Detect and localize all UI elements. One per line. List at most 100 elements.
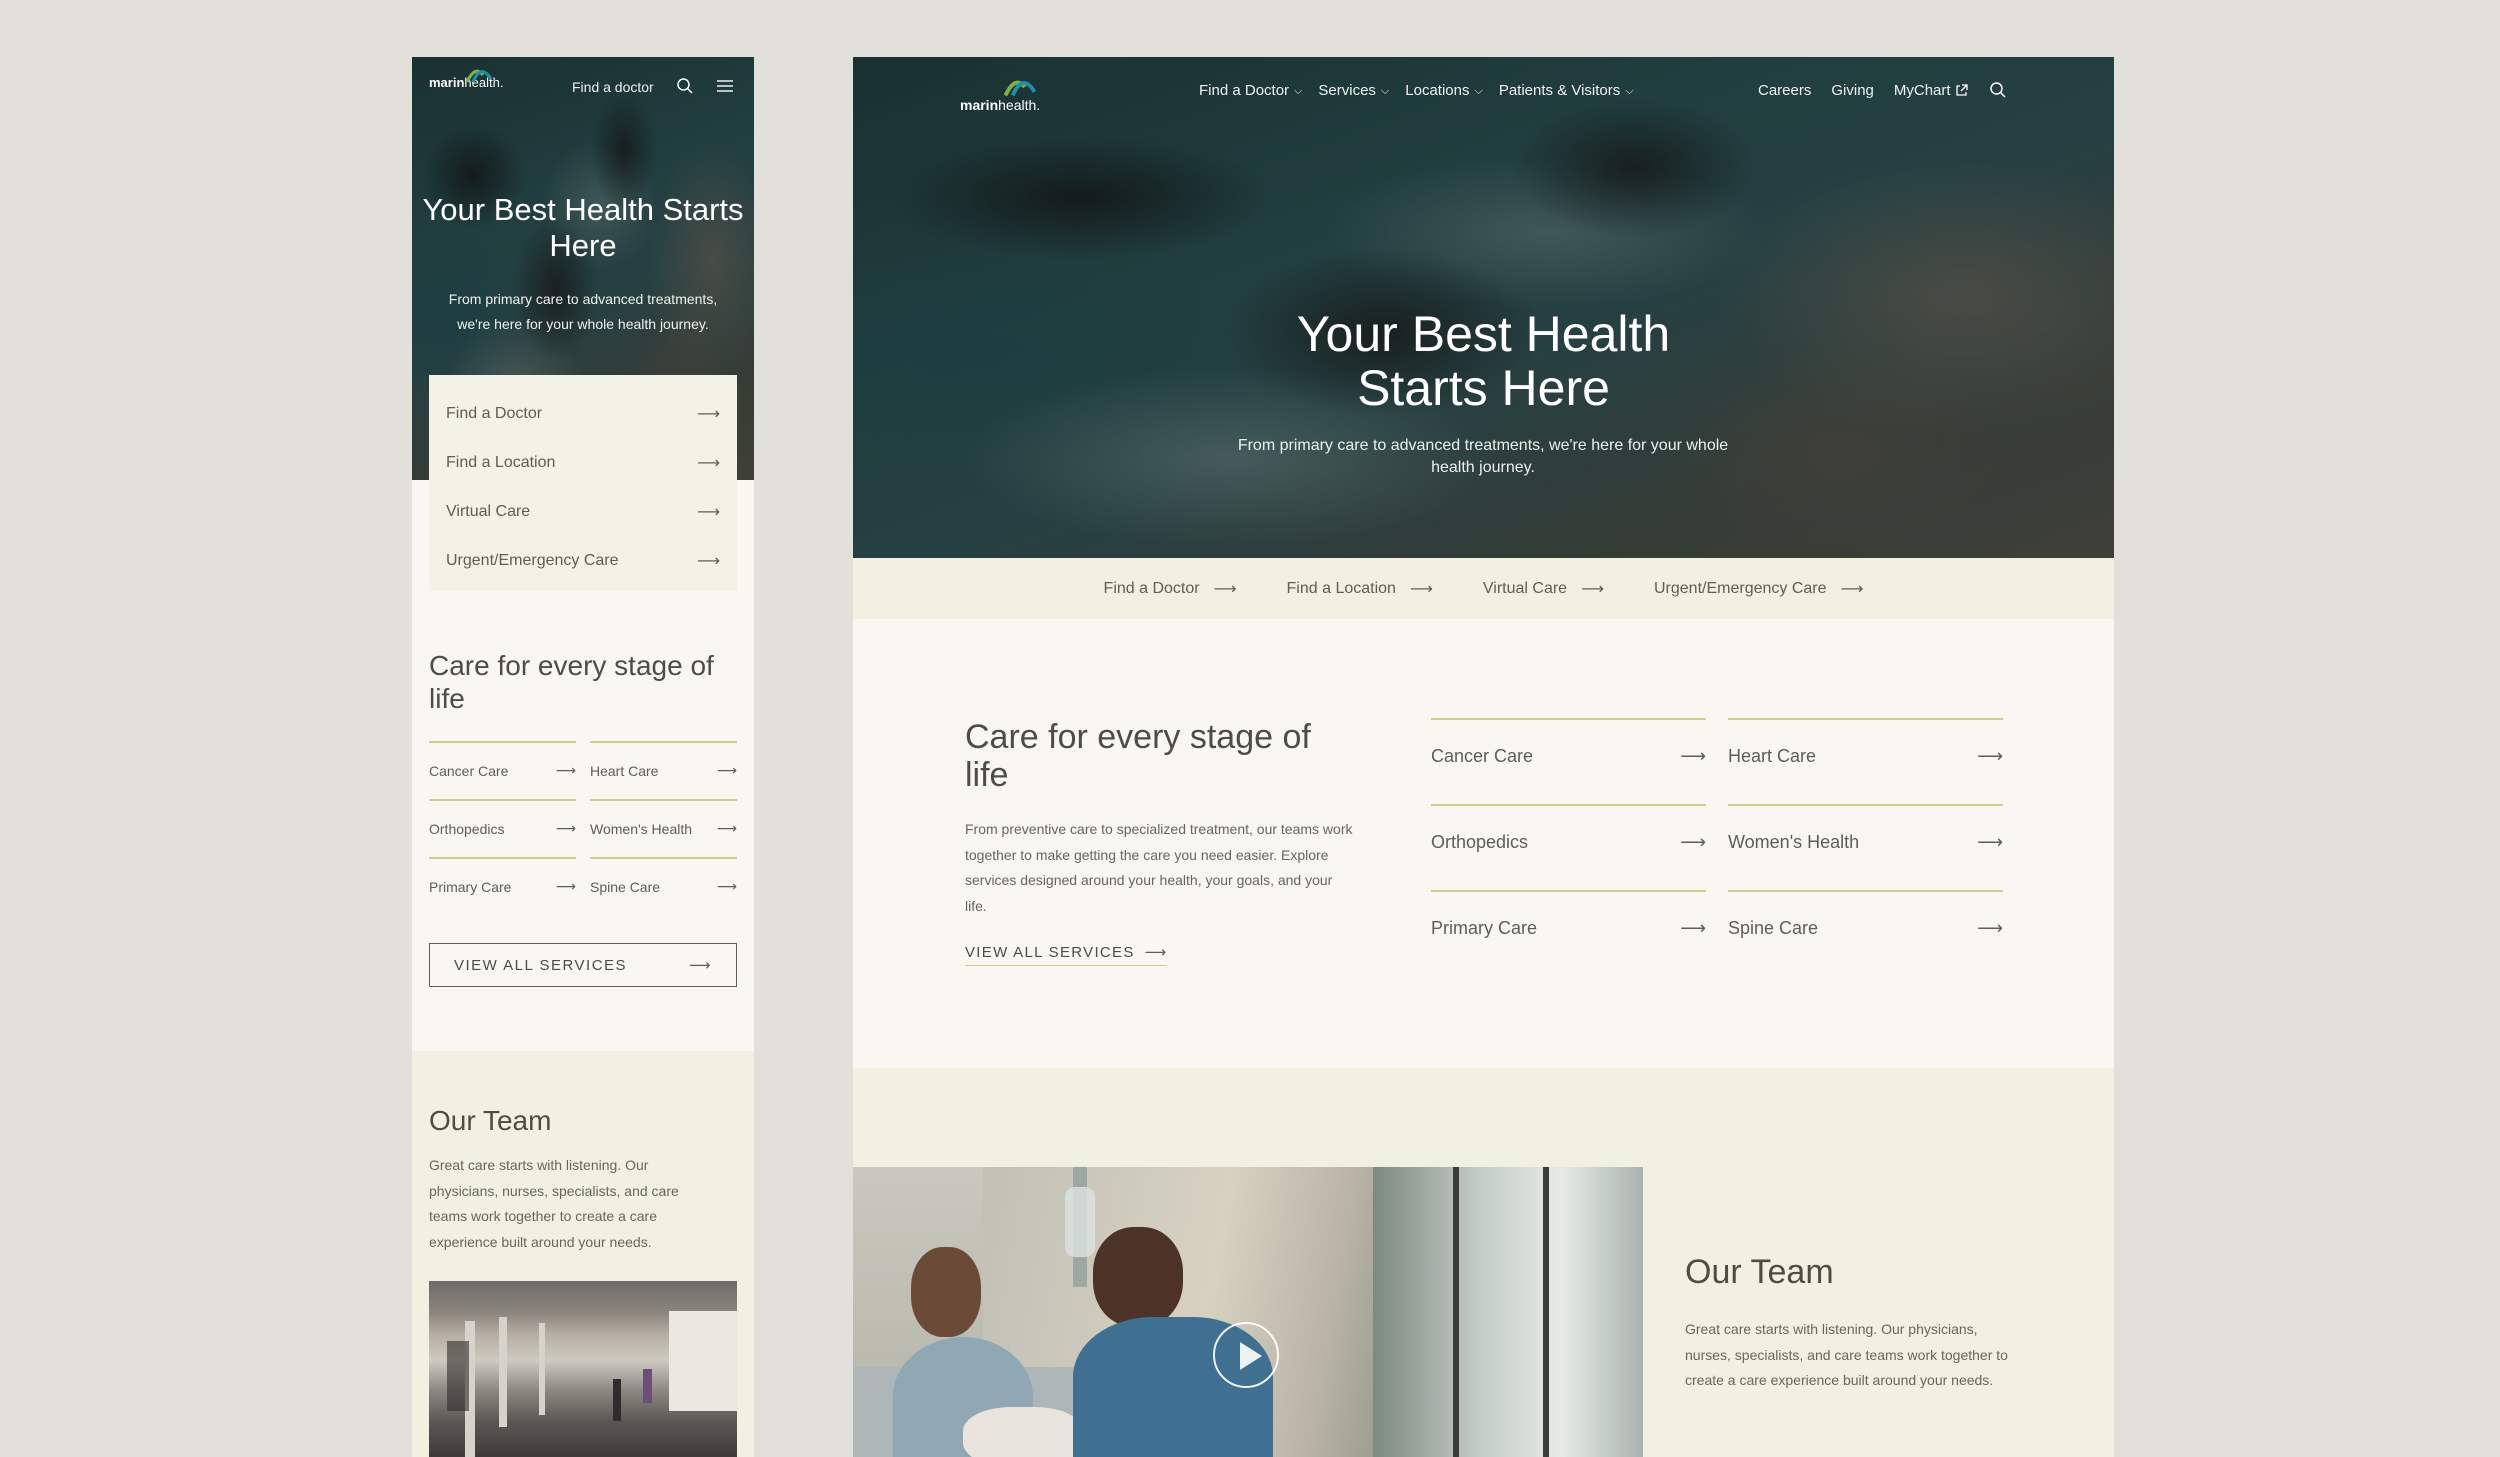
- services-grid: Cancer Care ⟶ Heart Care ⟶ Orthopedics ⟶ Wo…: [429, 741, 737, 915]
- arrow-right-icon: ⟶: [1977, 745, 2003, 767]
- quick-link-label: Find a Doctor: [1103, 579, 1200, 597]
- service-label: Spine Care: [1728, 917, 1819, 938]
- logo[interactable]: marin health.: [429, 69, 503, 90]
- careers-link[interactable]: Careers: [1758, 82, 1811, 99]
- quick-link-find-location[interactable]: Find a Location ⟶: [429, 438, 737, 487]
- service-link-heart-care[interactable]: Heart Care ⟶: [590, 741, 737, 799]
- arrow-right-icon: ⟶: [1840, 579, 1864, 598]
- hero-title: Your Best Health Starts Here: [422, 192, 744, 263]
- team-lobby-image: [429, 1281, 737, 1457]
- service-link-womens-health[interactable]: Women's Health ⟶: [590, 799, 737, 857]
- care-section-title: Care for every stage of life: [965, 718, 1311, 794]
- arrow-right-icon: ⟶: [555, 821, 576, 837]
- hamburger-menu-icon[interactable]: [717, 79, 733, 98]
- service-label: Heart Care: [590, 763, 659, 779]
- service-label: Primary Care: [429, 879, 512, 895]
- services-grid: Cancer Care ⟶ Heart Care ⟶ Orthopedics ⟶ Wo…: [1431, 718, 2003, 976]
- quick-link-virtual-care[interactable]: Virtual Care ⟶: [1483, 579, 1604, 598]
- external-link-icon: [1955, 84, 1968, 96]
- arrow-right-icon: ⟶: [697, 551, 720, 570]
- arrow-right-icon: ⟶: [688, 956, 712, 974]
- quick-link-find-location[interactable]: Find a Location ⟶: [1287, 579, 1433, 598]
- search-icon[interactable]: [1989, 81, 2007, 104]
- menu-label: Services: [1318, 82, 1376, 99]
- service-link-cancer-care[interactable]: Cancer Care ⟶: [429, 741, 576, 799]
- quick-links-panel: Find a Doctor ⟶ Find a Location ⟶ Virtual …: [429, 375, 737, 591]
- arrow-right-icon: ⟶: [716, 821, 737, 837]
- quick-link-label: Find a Location: [1286, 579, 1396, 597]
- service-label: Cancer Care: [429, 763, 509, 779]
- menu-label: Find a Doctor: [1199, 82, 1290, 99]
- hero-subtitle: From primary care to advanced treatments…: [448, 291, 718, 332]
- care-section-title: Care for every stage of life: [429, 650, 714, 714]
- logo-arc-icon: [1003, 80, 1037, 97]
- menu-services[interactable]: Services ⌵: [1318, 82, 1389, 99]
- mychart-link[interactable]: MyChart: [1894, 82, 1968, 99]
- team-video-thumbnail[interactable]: [853, 1167, 1643, 1457]
- view-all-label: VIEW ALL SERVICES: [454, 956, 628, 974]
- service-label: Women's Health: [590, 821, 693, 837]
- service-link-spine-care[interactable]: Spine Care ⟶: [590, 857, 737, 915]
- hero-title-line2: Starts Here: [1357, 360, 1610, 416]
- quick-link-urgent-care[interactable]: Urgent/Emergency Care ⟶: [1654, 579, 1863, 598]
- service-label: Primary Care: [1431, 917, 1538, 938]
- quick-link-find-doctor[interactable]: Find a Doctor ⟶: [429, 389, 737, 438]
- chevron-down-icon: ⌵: [1380, 83, 1390, 97]
- service-link-spine-care[interactable]: Spine Care ⟶: [1728, 890, 2003, 976]
- quick-link-label: Find a Location: [446, 453, 556, 471]
- quick-link-find-doctor[interactable]: Find a Doctor ⟶: [1104, 579, 1237, 598]
- service-link-primary-care[interactable]: Primary Care ⟶: [429, 857, 576, 915]
- quick-link-label: Urgent/Emergency Care: [1654, 579, 1827, 597]
- arrow-right-icon: ⟶: [1409, 579, 1433, 598]
- logo[interactable]: marin health.: [960, 80, 1040, 113]
- logo-text-bold: marin: [429, 75, 465, 90]
- view-all-services-button[interactable]: VIEW ALL SERVICES ⟶: [429, 943, 737, 987]
- giving-link[interactable]: Giving: [1831, 82, 1874, 99]
- service-link-orthopedics[interactable]: Orthopedics ⟶: [1431, 804, 1706, 890]
- arrow-right-icon: ⟶: [697, 502, 720, 521]
- service-label: Orthopedics: [429, 821, 505, 837]
- arrow-right-icon: ⟶: [1680, 745, 1706, 767]
- arrow-right-icon: ⟶: [1144, 943, 1168, 961]
- menu-label: Locations: [1405, 82, 1470, 99]
- arrow-right-icon: ⟶: [1977, 917, 2003, 939]
- service-label: Spine Care: [590, 879, 661, 895]
- service-link-orthopedics[interactable]: Orthopedics ⟶: [429, 799, 576, 857]
- play-video-icon[interactable]: [1213, 1322, 1279, 1388]
- service-link-primary-care[interactable]: Primary Care ⟶: [1431, 890, 1706, 976]
- mobile-header: marin health. Find a doctor: [412, 67, 754, 107]
- logo-text-bold: marin: [960, 97, 999, 113]
- menu-locations[interactable]: Locations ⌵: [1405, 82, 1483, 99]
- menu-find-a-doctor[interactable]: Find a Doctor ⌵: [1199, 82, 1302, 99]
- desktop-page: marin health. Find a Doctor ⌵ Services ⌵ Lo…: [853, 57, 2114, 1457]
- team-title: Our Team: [1685, 1253, 1834, 1291]
- quick-link-label: Virtual Care: [446, 502, 531, 520]
- arrow-right-icon: ⟶: [697, 453, 720, 472]
- main-menu: Find a Doctor ⌵ Services ⌵ Locations ⌵ Pati…: [1199, 82, 1634, 99]
- quick-link-label: Urgent/Emergency Care: [446, 551, 619, 569]
- service-link-heart-care[interactable]: Heart Care ⟶: [1728, 718, 2003, 804]
- service-label: Women's Health: [1728, 831, 1860, 852]
- service-link-womens-health[interactable]: Women's Health ⟶: [1728, 804, 2003, 890]
- view-all-label: VIEW ALL SERVICES: [965, 943, 1135, 961]
- chevron-down-icon: ⌵: [1474, 83, 1483, 97]
- quick-link-virtual-care[interactable]: Virtual Care ⟶: [429, 487, 737, 536]
- hero-title: Your Best Health Starts Here: [853, 307, 2114, 415]
- arrow-right-icon: ⟶: [555, 763, 576, 779]
- desktop-hero: marin health. Find a Doctor ⌵ Services ⌵ Lo…: [853, 57, 2114, 558]
- menu-patients-visitors[interactable]: Patients & Visitors ⌵: [1499, 82, 1634, 99]
- mychart-label: MyChart: [1893, 82, 1951, 99]
- arrow-right-icon: ⟶: [1581, 579, 1604, 598]
- service-link-cancer-care[interactable]: Cancer Care ⟶: [1431, 718, 1706, 804]
- search-icon[interactable]: [676, 77, 694, 100]
- mobile-page: marin health. Find a doctor Your Best Hea…: [412, 57, 754, 1457]
- menu-label: Patients & Visitors: [1498, 82, 1621, 99]
- logo-arc-icon: [465, 69, 493, 83]
- find-a-doctor-link[interactable]: Find a doctor: [572, 79, 654, 95]
- view-all-services-link[interactable]: VIEW ALL SERVICES ⟶: [965, 943, 1168, 966]
- arrow-right-icon: ⟶: [716, 763, 737, 779]
- quick-link-urgent-care[interactable]: Urgent/Emergency Care ⟶: [429, 536, 737, 585]
- service-label: Orthopedics: [1431, 831, 1529, 852]
- arrow-right-icon: ⟶: [1977, 831, 2003, 853]
- quick-link-label: Virtual Care: [1482, 579, 1568, 597]
